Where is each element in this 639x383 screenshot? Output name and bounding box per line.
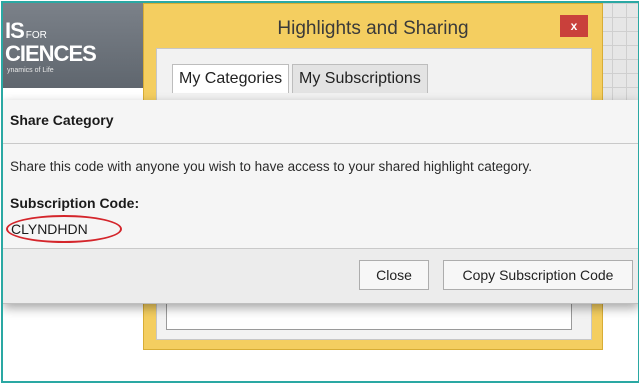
- logo-line1-small: FOR: [25, 30, 47, 41]
- annotation-circle: [6, 215, 122, 243]
- tab-my-subscriptions[interactable]: My Subscriptions: [292, 64, 428, 93]
- background-app-panel: [598, 3, 638, 113]
- dialog-title: Share Category: [10, 112, 114, 128]
- close-button[interactable]: Close: [359, 260, 429, 290]
- logo-line2: CIENCES: [5, 41, 97, 66]
- screenshot-frame: IS FOR CIENCES ynamics of Life Highlights…: [1, 1, 639, 383]
- subscription-code-label: Subscription Code:: [10, 195, 140, 211]
- logo-tagline: ynamics of Life: [7, 67, 54, 74]
- window-title: Highlights and Sharing: [277, 18, 469, 39]
- divider: [3, 143, 638, 144]
- copy-subscription-code-button[interactable]: Copy Subscription Code: [443, 260, 633, 290]
- share-category-dialog: Share Category Share this code with anyo…: [3, 100, 638, 304]
- dialog-description: Share this code with anyone you wish to …: [10, 159, 533, 174]
- background-app-logo: IS FOR CIENCES ynamics of Life: [3, 3, 143, 88]
- logo-line1: IS: [5, 18, 25, 43]
- window-close-button[interactable]: x: [560, 15, 588, 37]
- tab-my-categories[interactable]: My Categories: [172, 64, 290, 93]
